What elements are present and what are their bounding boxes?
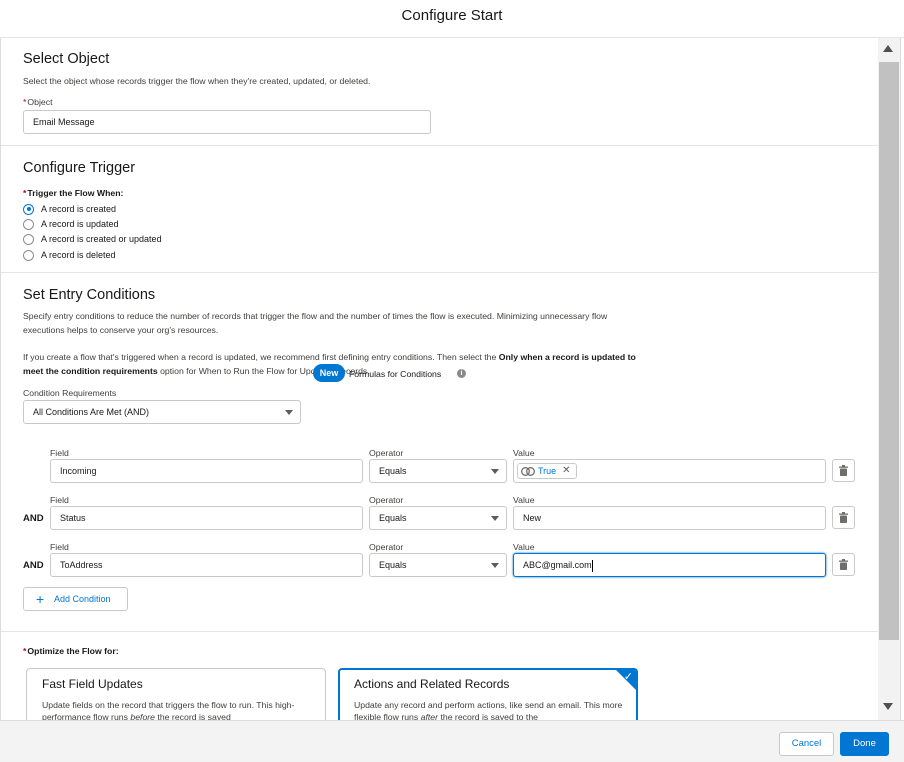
- check-icon: ✓: [623, 671, 633, 683]
- chevron-down-icon: [491, 516, 499, 521]
- scrollbar[interactable]: [878, 38, 900, 720]
- card-description: Update fields on the record that trigger…: [42, 700, 295, 720]
- modal-header: Configure Start: [0, 0, 904, 38]
- condition-3-field-input[interactable]: ToAddress: [50, 553, 363, 577]
- field-label: Field: [50, 542, 69, 552]
- value-label: Value: [513, 448, 535, 458]
- required-marker: *: [23, 97, 27, 107]
- configure-trigger-title: Configure Trigger: [23, 160, 136, 176]
- object-input[interactable]: Email Message: [23, 110, 431, 134]
- toggle-icon: [521, 466, 535, 476]
- condition-2-operator-select[interactable]: Equals: [369, 506, 507, 530]
- modal-edge: [900, 38, 904, 720]
- select-object-title: Select Object: [23, 51, 110, 67]
- radio-selected[interactable]: [23, 203, 34, 215]
- chevron-down-icon: [491, 469, 499, 474]
- select-object-section: Select Object Select the object whose re…: [1, 38, 878, 146]
- and-connector: AND: [23, 560, 44, 571]
- condition-3-operator-select[interactable]: Equals: [369, 553, 507, 577]
- object-field-label: *Object: [23, 97, 53, 107]
- text-cursor: [591, 559, 593, 572]
- configure-trigger-section: Configure Trigger *Trigger the Flow When…: [1, 146, 878, 273]
- new-badge: New: [313, 364, 345, 382]
- entry-conditions-title: Set Entry Conditions: [23, 287, 156, 303]
- plus-icon: +: [36, 591, 45, 607]
- scroll-up-icon[interactable]: [883, 45, 893, 52]
- scroll-down-icon[interactable]: [883, 703, 893, 710]
- delete-condition-2-button[interactable]: [832, 506, 855, 529]
- and-connector: AND: [23, 513, 44, 524]
- value-label: Value: [513, 542, 535, 552]
- info-icon[interactable]: i: [457, 369, 466, 378]
- trigger-option-deleted[interactable]: A record is deleted: [23, 248, 116, 262]
- value-label: Value: [513, 495, 535, 505]
- add-condition-button[interactable]: + Add Condition: [23, 587, 128, 611]
- required-marker: *: [23, 646, 27, 656]
- done-button[interactable]: Done: [840, 732, 889, 756]
- value-pill[interactable]: True ✕: [517, 463, 577, 479]
- trigger-option-created[interactable]: A record is created: [23, 202, 116, 216]
- card-title: Fast Field Updates: [42, 677, 143, 691]
- optimize-card-actions-related-records[interactable]: Actions and Related Records Update any r…: [338, 668, 638, 720]
- condition-requirements-label: Condition Requirements: [23, 388, 117, 398]
- radio[interactable]: [23, 249, 34, 261]
- condition-1-value-input[interactable]: True ✕: [513, 459, 826, 483]
- operator-label: Operator: [369, 495, 404, 505]
- card-description: Update any record and perform actions, l…: [354, 700, 623, 720]
- field-label: Field: [50, 448, 69, 458]
- select-object-description: Select the object whose records trigger …: [23, 76, 371, 86]
- operator-label: Operator: [369, 448, 404, 458]
- delete-condition-3-button[interactable]: [832, 553, 855, 576]
- condition-1-field-input[interactable]: Incoming: [50, 459, 363, 483]
- trigger-option-created-or-updated[interactable]: A record is created or updated: [23, 232, 162, 246]
- condition-2-value-input[interactable]: New: [513, 506, 826, 530]
- condition-3-value-input[interactable]: ABC@gmail.com: [513, 553, 826, 577]
- card-title: Actions and Related Records: [354, 677, 510, 691]
- chevron-down-icon: [285, 410, 293, 415]
- optimize-label: *Optimize the Flow for:: [23, 646, 119, 656]
- modal-title: Configure Start: [401, 7, 503, 24]
- formulas-label: Formulas for Conditions: [349, 369, 442, 379]
- close-icon[interactable]: ✕: [562, 464, 570, 478]
- operator-label: Operator: [369, 542, 404, 552]
- chevron-down-icon: [491, 563, 499, 568]
- required-marker: *: [23, 188, 27, 198]
- trash-icon: [839, 465, 848, 476]
- modal-footer: Cancel Done: [0, 720, 904, 762]
- condition-2-field-input[interactable]: Status: [50, 506, 363, 530]
- entry-conditions-description: Specify entry conditions to reduce the n…: [23, 311, 608, 335]
- scrollbar-thumb[interactable]: [879, 62, 899, 640]
- entry-conditions-section: Set Entry Conditions Specify entry condi…: [1, 273, 878, 632]
- modal-body[interactable]: Select Object Select the object whose re…: [0, 38, 878, 720]
- optimize-card-fast-field-updates[interactable]: Fast Field Updates Update fields on the …: [26, 668, 326, 720]
- radio[interactable]: [23, 218, 34, 230]
- trash-icon: [839, 559, 848, 570]
- trigger-option-updated[interactable]: A record is updated: [23, 217, 119, 231]
- field-label: Field: [50, 495, 69, 505]
- delete-condition-1-button[interactable]: [832, 459, 855, 482]
- radio[interactable]: [23, 233, 34, 245]
- cancel-button[interactable]: Cancel: [779, 732, 834, 756]
- trash-icon: [839, 512, 848, 523]
- condition-1-operator-select[interactable]: Equals: [369, 459, 507, 483]
- value-pill-text: True: [538, 466, 557, 476]
- trigger-label: *Trigger the Flow When:: [23, 188, 124, 198]
- condition-requirements-select[interactable]: All Conditions Are Met (AND): [23, 400, 301, 424]
